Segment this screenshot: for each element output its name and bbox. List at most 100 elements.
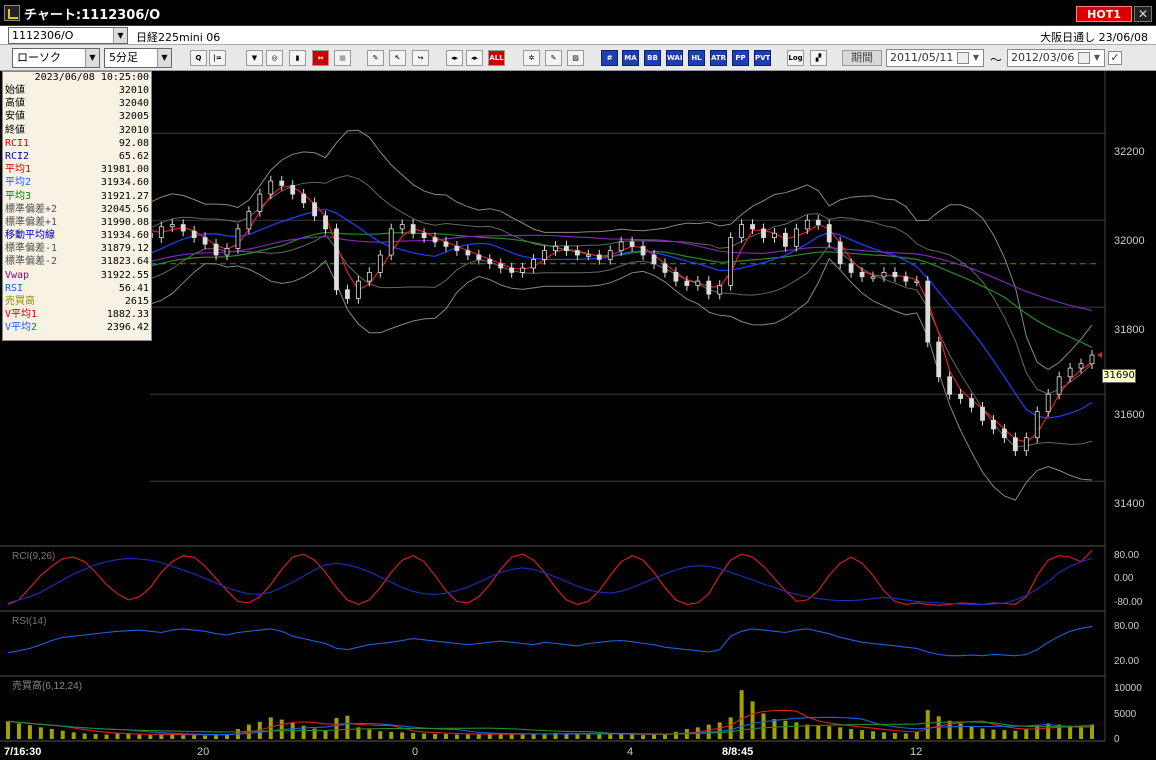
date-from-field[interactable]: 2011/05/11 ▼	[886, 49, 984, 67]
candle-body	[531, 258, 536, 269]
info-label: 売買高	[5, 296, 35, 307]
time-axis-label: 8/8:45	[722, 746, 753, 758]
candle-body	[509, 267, 515, 273]
hot-button[interactable]: HOT1	[1076, 6, 1132, 22]
candle-body	[684, 280, 690, 286]
info-row: V平均1 1882.33	[3, 308, 151, 321]
info-row: 平均2 31934.60	[3, 176, 151, 189]
rsi-box-icon[interactable]: ◎	[266, 50, 283, 66]
candle-body	[925, 280, 931, 343]
candle-body	[279, 180, 285, 186]
bar-lr2-icon[interactable]: ◂▸	[466, 50, 483, 66]
volume-bar	[892, 732, 897, 739]
chevron-down-icon[interactable]: ▼	[1091, 50, 1103, 66]
pp-button[interactable]: PP	[732, 50, 749, 66]
candle-body	[377, 254, 383, 273]
volume-bar	[849, 729, 854, 739]
arrow-lr-icon[interactable]: ↔	[312, 50, 329, 66]
price-tick-label: 31800	[1114, 324, 1145, 336]
info-value: 31981.00	[100, 164, 149, 176]
hl-button[interactable]: HL	[688, 50, 705, 66]
candle-body	[574, 250, 580, 256]
calendar-icon[interactable]: ▦	[334, 50, 351, 66]
log-button[interactable]: Log	[787, 50, 804, 66]
rci-panel-title: RCI(9,26)	[12, 551, 55, 562]
info-label: Vwap	[5, 269, 30, 281]
rsi-tick-label: 20.00	[1114, 656, 1139, 667]
volume-bar	[312, 728, 317, 739]
info-value: 92.08	[118, 137, 149, 149]
candle-body	[465, 250, 471, 256]
calendar-icon[interactable]	[957, 52, 969, 64]
hand-icon[interactable]: ↪	[412, 50, 429, 66]
chart-icon[interactable]: ▞	[810, 50, 827, 66]
pen-icon[interactable]: ✎	[367, 50, 384, 66]
volume-bar	[411, 732, 416, 739]
info-row: 平均3 31921.27	[3, 190, 151, 203]
all-button[interactable]: ALL	[488, 50, 505, 66]
period-button[interactable]: 期間	[842, 50, 882, 66]
candle-body	[180, 224, 186, 232]
bar-lr-icon[interactable]: ◂▸	[446, 50, 463, 66]
info-value: 32010	[118, 85, 149, 96]
bar-box-icon[interactable]: ▮	[289, 50, 306, 66]
info-label: 平均3	[5, 190, 32, 202]
atr-button[interactable]: ATR	[710, 50, 727, 66]
volume-bar	[991, 729, 996, 739]
candle-body	[1002, 428, 1007, 439]
info-row: 標準偏差+1 31990.08	[3, 216, 151, 229]
interval-select[interactable]: 5分足 ▼	[104, 48, 172, 68]
candle-body	[859, 271, 865, 278]
price-tick-label: 32200	[1114, 146, 1145, 158]
candle-body	[235, 228, 241, 249]
time-axis-label: 20	[197, 746, 209, 758]
ma-button[interactable]: MA	[622, 50, 639, 66]
volume-bar	[148, 735, 153, 739]
date-range-separator: 〜	[990, 53, 1003, 67]
info-row: 始値 32010	[3, 84, 151, 97]
chevron-down-icon[interactable]: ▼	[970, 50, 982, 66]
cursor-icon[interactable]: ↖	[389, 50, 406, 66]
chevron-down-icon[interactable]: ▼	[157, 49, 171, 67]
volume-bar	[652, 734, 657, 739]
close-icon[interactable]: ✕	[1134, 6, 1152, 22]
chevron-down-icon[interactable]: ▼	[85, 49, 99, 67]
candle-body	[454, 245, 460, 252]
grid-icon[interactable]: #	[601, 50, 618, 66]
wrench-icon[interactable]: ✎	[545, 50, 562, 66]
chart-type-select[interactable]: ローソク ▼	[12, 48, 100, 68]
paint-icon[interactable]: ▨	[567, 50, 584, 66]
info-value: 2615	[124, 296, 149, 307]
volume-bar	[794, 722, 799, 739]
volume-bar	[1002, 730, 1007, 739]
bb-button[interactable]: BB	[644, 50, 661, 66]
calendar-icon[interactable]	[1078, 52, 1090, 64]
volume-bar	[16, 723, 21, 739]
volume-bar	[49, 729, 54, 739]
candle-body	[1045, 393, 1051, 413]
period-checkbox[interactable]: ✓	[1108, 51, 1122, 65]
wae-button[interactable]: WAE	[666, 50, 683, 66]
info-label: 標準偏差-1	[5, 243, 58, 255]
date-to-field[interactable]: 2012/03/06 ▼	[1007, 49, 1105, 67]
volume-bar	[1046, 723, 1051, 739]
info-value: 31922.55	[100, 269, 149, 281]
pvt-button[interactable]: PVT	[754, 50, 771, 66]
info-value: 31934.60	[100, 230, 149, 242]
zoom-icon[interactable]: Q	[190, 50, 207, 66]
candle-body	[323, 215, 328, 230]
info-row: 売買高 2615	[3, 295, 151, 308]
date-to-value: 2012/03/06	[1011, 51, 1075, 64]
flag-icon[interactable]: ▼	[246, 50, 263, 66]
candle-body	[301, 193, 307, 204]
chevron-down-icon[interactable]: ▼	[113, 28, 127, 43]
price-chart[interactable]: 32200 32000 31800 31600 31400 RCI(9,26) …	[0, 71, 1156, 760]
volume-bar	[597, 734, 602, 739]
candle-body	[564, 245, 569, 252]
candle-body	[476, 254, 482, 260]
gear-icon[interactable]: ✲	[523, 50, 540, 66]
volume-bar	[367, 729, 372, 739]
bars-icon[interactable]: |=	[209, 50, 226, 66]
volume-bar	[860, 730, 865, 739]
symbol-code-select[interactable]: 1112306/O ▼	[8, 27, 128, 44]
